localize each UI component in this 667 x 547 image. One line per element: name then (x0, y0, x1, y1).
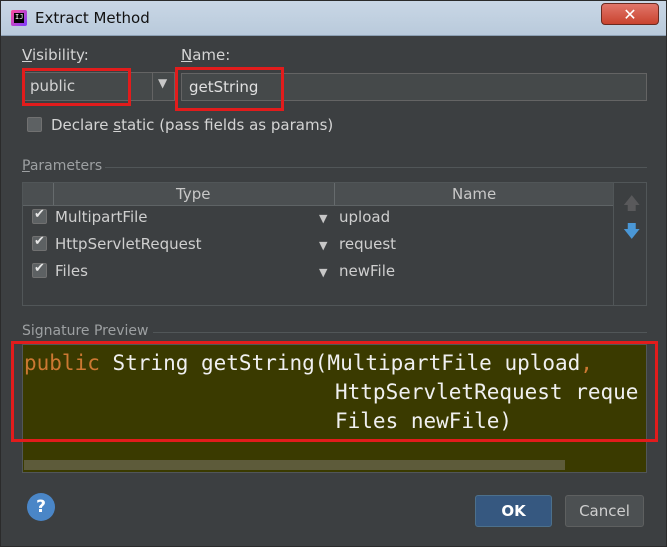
declare-static-checkbox[interactable] (27, 117, 42, 132)
ok-button[interactable]: OK (475, 495, 552, 527)
horizontal-scrollbar[interactable] (24, 460, 565, 470)
param-name-cell[interactable]: request (339, 235, 396, 253)
header-divider (334, 183, 335, 205)
param-name-cell[interactable]: upload (339, 208, 390, 226)
close-button[interactable]: ✕ (601, 3, 659, 25)
param-checkbox-multipartfile[interactable]: ✔ (32, 207, 47, 224)
extract-method-dialog: IJ Extract Method ✕ Visibility: public ▼… (0, 0, 667, 547)
combo-divider (152, 73, 153, 100)
param-checkbox-files[interactable]: ✔ (32, 261, 47, 278)
param-checkbox-httpservletrequest[interactable]: ✔ (32, 234, 47, 251)
window-title: Extract Method (35, 9, 150, 27)
column-header-type[interactable]: Type (176, 185, 210, 203)
dropdown-arrow-icon[interactable]: ▼ (319, 266, 327, 279)
visibility-highlight-box (22, 68, 131, 106)
column-header-name[interactable]: Name (452, 185, 496, 203)
arrow-up-icon[interactable]: 🡅 (623, 191, 640, 220)
dropdown-arrow-icon[interactable]: ▼ (319, 212, 327, 225)
name-label: Name: (181, 46, 231, 64)
signature-preview-divider (153, 332, 647, 333)
signature-preview-title: Signature Preview (22, 323, 149, 339)
param-type-cell: Files (55, 262, 88, 280)
param-type-cell: MultipartFile (55, 208, 148, 226)
arrow-down-icon[interactable]: 🡇 (623, 219, 640, 248)
name-highlight-box (175, 67, 284, 111)
intellij-app-icon: IJ (11, 10, 27, 26)
header-divider (53, 183, 54, 205)
title-bar: IJ Extract Method ✕ (1, 1, 666, 36)
visibility-label: Visibility: (22, 46, 89, 64)
parameters-table: Type Name ✔ MultipartFile ▼ upload ✔ Htt… (22, 182, 647, 306)
declare-static-label: Declare static (pass fields as params) (51, 116, 334, 134)
param-name-cell[interactable]: newFile (339, 262, 395, 280)
chevron-down-icon[interactable]: ▼ (158, 76, 167, 90)
table-header: Type Name (23, 183, 613, 206)
parameters-divider (105, 167, 647, 168)
dropdown-arrow-icon[interactable]: ▼ (319, 239, 327, 252)
parameters-section-title: Parameters (22, 158, 103, 174)
parameter-move-panel: 🡅 🡇 (613, 183, 647, 305)
help-button[interactable]: ? (27, 493, 55, 521)
param-type-cell: HttpServletRequest (55, 235, 202, 253)
cancel-button[interactable]: Cancel (565, 495, 644, 527)
signature-highlight-box (11, 341, 658, 442)
